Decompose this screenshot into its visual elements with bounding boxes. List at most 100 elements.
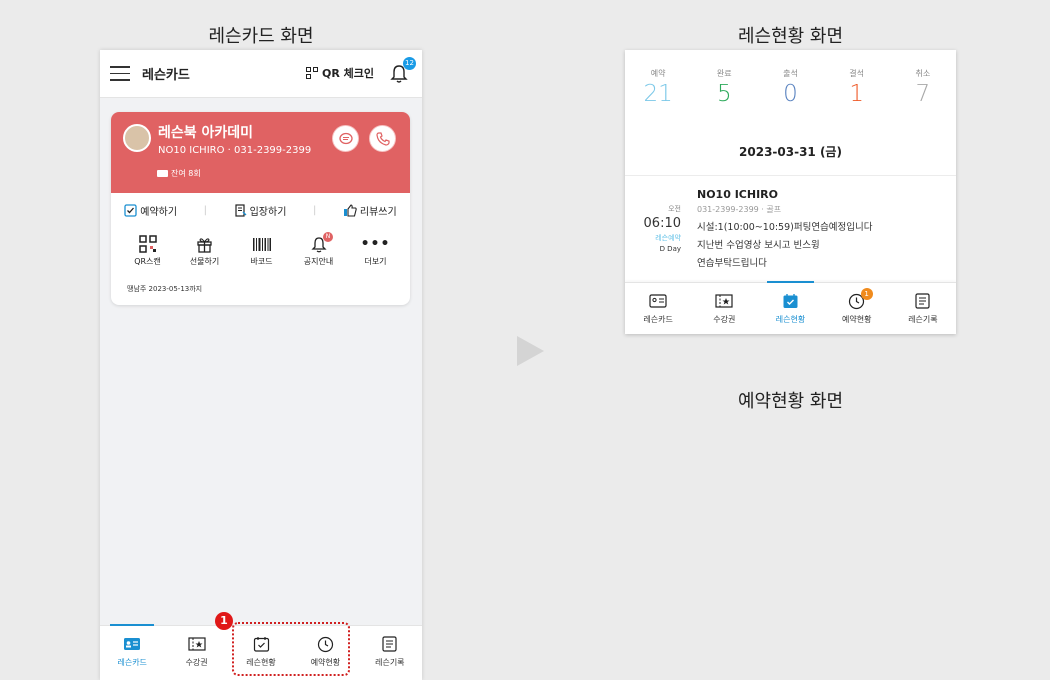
top-bar: 레슨카드 QR 체크인 12 [100, 50, 422, 98]
nav-lesson-record[interactable]: 레슨기록 [358, 626, 422, 680]
list-document-icon [915, 293, 931, 309]
enter-button[interactable]: 입장하기 [234, 203, 286, 218]
expiration-text: 땡남주 2023-05-13까지 [127, 285, 203, 293]
callout-number-badge: 1 [215, 612, 233, 630]
lesson-memo-line: 지난번 수업영상 보시고 빈스윙 [697, 240, 820, 251]
caption-lesson-card: 레슨카드 화면 [208, 26, 314, 47]
reservation-count-badge: 1 [860, 288, 873, 300]
ticket-icon [188, 637, 206, 651]
caption-reservation-status: 예약현황 화면 [737, 391, 844, 412]
nav-lesson-status[interactable]: 레슨현황 [757, 281, 823, 334]
card-actions: 예약하기 | 입장하기 | 리뷰쓰기 [111, 203, 410, 218]
nav-lesson-card[interactable]: 레슨카드 [100, 624, 164, 680]
stat-value: 21 [643, 81, 673, 107]
academy-contact: NO10 ICHIRO · 031-2399-2399 [158, 145, 312, 156]
selected-date: 2023-03-31 (금) [739, 145, 842, 159]
divider: | [203, 205, 208, 216]
more-button[interactable]: ••• 더보기 [347, 232, 404, 267]
stat-value: 5 [716, 81, 732, 107]
stat-label: 예약 [650, 69, 666, 78]
qr-checkin-label: QR 체크인 [322, 67, 375, 80]
notice-button[interactable]: N 공지안내 [290, 232, 347, 267]
lesson-time-block: 오전 06:10 레슨예약 D Day [635, 204, 681, 253]
notification-count-badge: 12 [403, 57, 416, 70]
arrow-right-icon [517, 336, 544, 366]
card-shortcut-icons: QR스캔 선물하기 바코드 N 공지안내 ••• 더보기 [119, 232, 404, 267]
barcode-label: 바코드 [250, 257, 273, 266]
hamburger-menu-icon[interactable] [110, 66, 130, 81]
nav-lesson-record[interactable]: 레슨기록 [890, 283, 956, 334]
lesson-card-header: 레슨북 아카데미 NO10 ICHIRO · 031-2399-2399 잔여 … [111, 112, 410, 193]
stats-row: 예약 21 완료 5 출석 0 결석 1 취소 7 [625, 50, 956, 125]
lesson-list-item[interactable]: 오전 06:10 레슨예약 D Day NO10 ICHIRO 031-2399… [625, 175, 956, 284]
lesson-memo-line: 연습부탁드립니다 [697, 258, 767, 269]
stat-completed: 완료 5 [699, 68, 749, 125]
barcode-icon [252, 237, 271, 251]
calendar-check-icon [783, 294, 798, 308]
chat-icon [338, 132, 353, 144]
nav-reservation-status[interactable]: 1 예약현황 [824, 283, 890, 334]
gift-button[interactable]: 선물하기 [176, 232, 233, 267]
thumbs-up-icon [343, 204, 357, 217]
stat-label: 완료 [716, 69, 732, 78]
review-button[interactable]: 리뷰쓰기 [343, 203, 397, 218]
reserve-button[interactable]: 예약하기 [124, 203, 177, 218]
instructor-contact: 031-2399-2399 · 골프 [697, 205, 782, 214]
stat-value: 7 [915, 81, 931, 107]
stat-value: 1 [849, 81, 864, 107]
academy-name: 레슨북 아카데미 [158, 125, 254, 141]
new-badge: N [323, 232, 333, 242]
nav-lesson-card[interactable]: 레슨카드 [625, 283, 691, 334]
stat-label: 출석 [783, 69, 798, 78]
nav-reservation-status-label: 예약현황 [841, 315, 872, 324]
id-card-icon [649, 294, 667, 308]
remaining-sessions: 잔여 8회 [157, 168, 201, 179]
gift-label: 선물하기 [189, 257, 220, 266]
nav-lesson-record-label: 레슨기록 [375, 658, 405, 667]
stat-value: 0 [783, 81, 798, 107]
instructor-name: NO10 ICHIRO [697, 188, 778, 201]
checkbox-icon [124, 204, 137, 217]
page-title: 레슨카드 [142, 68, 190, 83]
lesson-time: 06:10 [643, 216, 681, 231]
lesson-memo-line: 시설:1(10:00~10:59)퍼팅연습예정입니다 [697, 222, 873, 233]
qr-icon [306, 66, 319, 80]
nav-lesson-card-label: 레슨카드 [643, 315, 673, 324]
document-icon [234, 204, 247, 217]
ticket-icon [157, 170, 168, 177]
qr-code-icon [138, 235, 157, 253]
chat-button[interactable] [332, 125, 359, 152]
nav-lesson-record-label: 레슨기록 [908, 315, 938, 324]
bottom-nav: 레슨카드 수강권 레슨현황 1 예약현황 레슨기록 [625, 281, 956, 334]
remaining-sessions-label: 잔여 8회 [171, 169, 201, 178]
qr-scan-label: QR스캔 [134, 257, 161, 266]
stat-reserved: 예약 21 [633, 68, 683, 125]
list-document-icon [382, 636, 397, 652]
more-label: 더보기 [364, 257, 387, 266]
stat-label: 취소 [915, 69, 931, 78]
stat-cancelled: 취소 7 [898, 68, 948, 125]
qr-checkin-button[interactable]: QR 체크인 [306, 65, 374, 81]
nav-pass-label: 수강권 [185, 658, 208, 667]
review-label: 리뷰쓰기 [359, 207, 397, 218]
nav-lesson-card-label: 레슨카드 [117, 658, 147, 667]
nav-lesson-status-label: 레슨현황 [775, 315, 806, 324]
nav-pass[interactable]: 수강권 [691, 283, 757, 334]
lesson-card-screen: 레슨카드 QR 체크인 12 레슨북 아카데미 NO10 ICHIRO · 03… [100, 50, 422, 680]
lesson-details: NO10 ICHIRO 031-2399-2399 · 골프 시설:1(10:0… [697, 188, 947, 269]
lesson-card[interactable]: 레슨북 아카데미 NO10 ICHIRO · 031-2399-2399 잔여 … [111, 112, 410, 305]
stat-absent: 결석 1 [832, 68, 882, 125]
lesson-type-tag: 레슨예약 [655, 234, 681, 242]
barcode-button[interactable]: 바코드 [233, 232, 290, 267]
stat-label: 결석 [849, 69, 865, 78]
call-button[interactable] [369, 125, 396, 152]
more-dots-icon: ••• [360, 236, 391, 252]
nav-pass-label: 수강권 [713, 315, 736, 324]
gift-icon [197, 237, 212, 253]
qr-scan-button[interactable]: QR스캔 [119, 232, 176, 267]
id-card-icon [124, 638, 141, 650]
lesson-dday: D Day [659, 245, 681, 253]
caption-lesson-status: 레슨현황 화면 [737, 26, 844, 47]
divider: | [312, 205, 317, 216]
nav-pass[interactable]: 수강권 [164, 626, 228, 680]
